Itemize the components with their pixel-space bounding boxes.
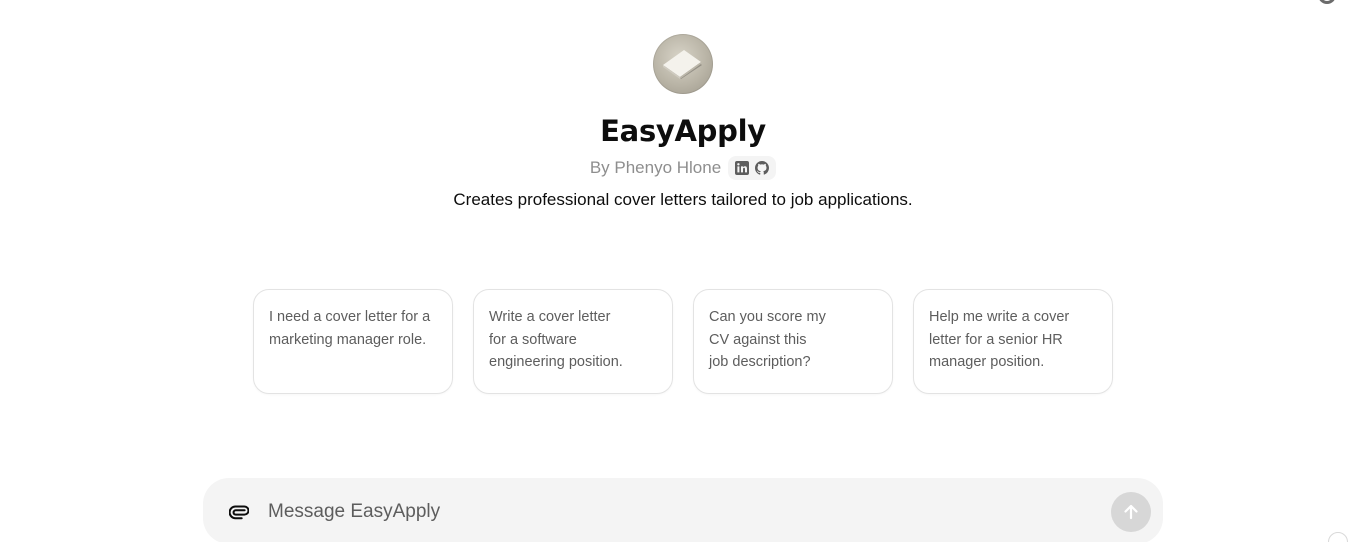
author-name: By Phenyo Hlone (589, 158, 722, 177)
attach-button[interactable] (225, 497, 253, 525)
linkedin-icon[interactable] (735, 161, 750, 175)
starter-label: Write a cover letter for a software engi… (489, 309, 623, 370)
gpt-description: Creates professional cover letters tailo… (453, 190, 913, 209)
help-button[interactable] (1328, 532, 1348, 542)
gpt-header: EasyApply By Phenyo Hlone Creates profes… (0, 34, 1366, 210)
starter-card[interactable]: Can you score my CV against this job des… (693, 289, 893, 394)
gpt-title: EasyApply (600, 114, 766, 148)
arrow-up-icon (1124, 504, 1138, 519)
starter-card[interactable]: Help me write a cover letter for a senio… (913, 289, 1113, 394)
starter-card[interactable]: I need a cover letter for a marketing ma… (253, 289, 453, 394)
starter-label: Help me write a cover letter for a senio… (929, 309, 1070, 370)
message-composer (203, 478, 1163, 542)
conversation-starters: I need a cover letter for a marketing ma… (253, 289, 1113, 394)
starter-label: I need a cover letter for a marketing ma… (269, 309, 431, 348)
starter-card[interactable]: Write a cover letter for a software engi… (473, 289, 673, 394)
paperclip-icon (229, 505, 249, 520)
gpt-landing-page: EasyApply By Phenyo Hlone Creates profes… (0, 0, 1366, 542)
author-row: By Phenyo Hlone (589, 155, 777, 181)
profile-menu-icon[interactable] (1318, 0, 1336, 4)
social-links (728, 156, 777, 180)
github-icon[interactable] (755, 161, 770, 175)
envelope-card-icon (663, 50, 702, 79)
starter-label: Can you score my CV against this job des… (709, 309, 826, 370)
message-input[interactable] (268, 496, 1111, 527)
gpt-avatar (653, 34, 713, 94)
send-button[interactable] (1111, 491, 1151, 532)
